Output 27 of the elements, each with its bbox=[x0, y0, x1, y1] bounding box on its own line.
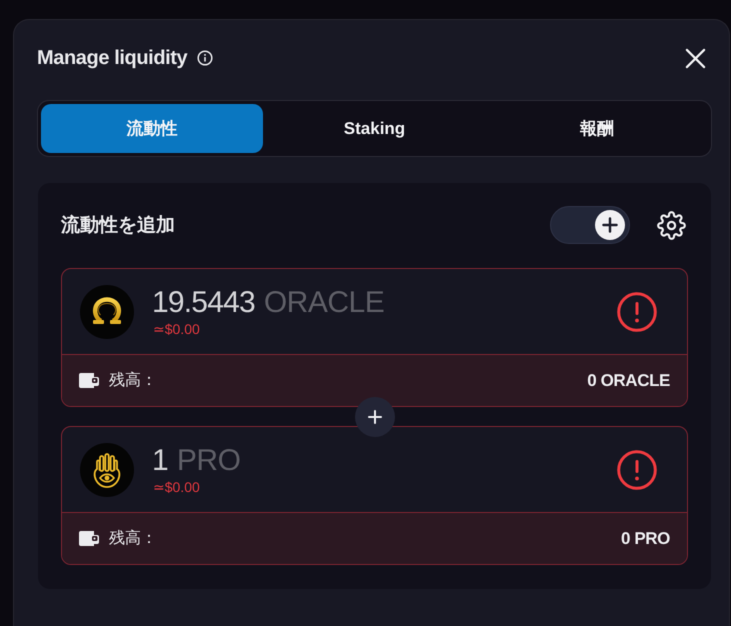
alert-icon bbox=[617, 450, 657, 490]
token-symbol: ORACLE bbox=[264, 286, 384, 320]
balance-value: 0 PRO bbox=[620, 528, 670, 548]
usd-value: ≃$0.00 bbox=[153, 320, 201, 338]
token-amount: 1 bbox=[152, 444, 168, 478]
tab[interactable]: 報酬 bbox=[486, 104, 708, 153]
info-icon[interactable] bbox=[197, 50, 214, 66]
token-amount: 19.5443 bbox=[152, 286, 255, 320]
usd-value: ≃$0.00 bbox=[153, 478, 201, 496]
settings-icon[interactable] bbox=[657, 210, 686, 240]
wallet-icon bbox=[79, 531, 99, 546]
omega-icon bbox=[80, 284, 134, 338]
plus-icon bbox=[595, 210, 625, 240]
balance-label: 残高： bbox=[109, 528, 157, 549]
balance-value: 0 ORACLE bbox=[587, 370, 670, 390]
balance-label: 残高： bbox=[109, 370, 157, 391]
close-icon[interactable] bbox=[685, 48, 706, 68]
tab[interactable]: Staking bbox=[263, 104, 486, 153]
alert-icon bbox=[617, 292, 657, 332]
tab[interactable]: 流動性 bbox=[41, 104, 264, 153]
token-symbol: PRO bbox=[176, 444, 240, 478]
toggle-switch[interactable] bbox=[550, 206, 630, 244]
section-title: 流動性を追加 bbox=[61, 214, 175, 238]
dialog-title: Manage liquidity bbox=[37, 46, 188, 70]
plus-icon[interactable] bbox=[354, 397, 394, 437]
hand-eye-icon bbox=[80, 442, 134, 496]
wallet-icon bbox=[79, 373, 99, 388]
